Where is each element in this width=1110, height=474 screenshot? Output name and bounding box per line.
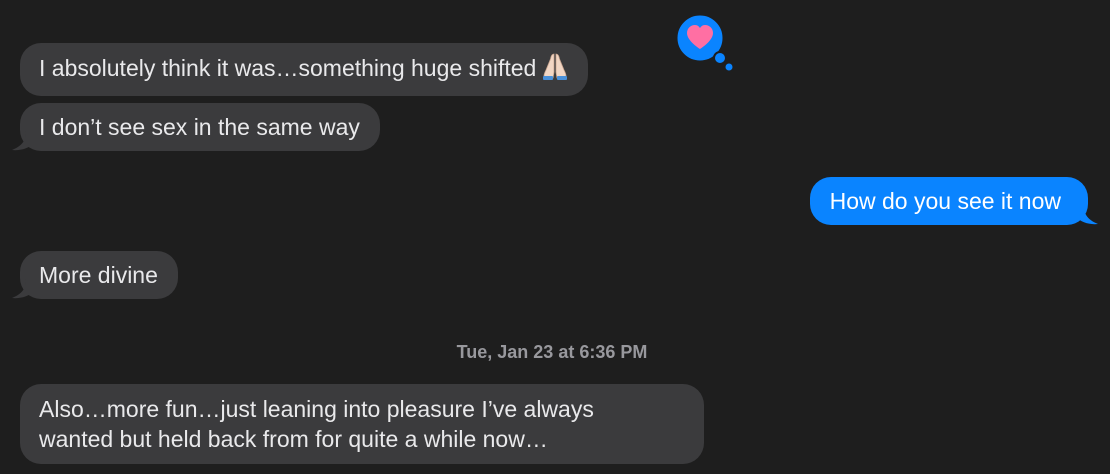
timestamp-day: Tue, Jan 23 at: [456, 342, 575, 362]
message-bubble-incoming[interactable]: Also…more fun…just leaning into pleasure…: [20, 384, 704, 464]
message-bubble-incoming[interactable]: I absolutely think it was…something huge…: [20, 43, 589, 96]
message-text: More divine: [39, 262, 158, 288]
timestamp: Tue, Jan 23 at 6:36 PM: [0, 340, 1104, 364]
bubble-tail: [12, 279, 34, 299]
message-text: How do you see it now: [829, 188, 1061, 214]
reaction-bubble[interactable]: [674, 12, 736, 72]
message-text: I absolutely think it was…something huge…: [39, 55, 537, 81]
folded-hands-icon: [542, 52, 568, 87]
message-text-line: Also…more fun…just leaning into pleasure…: [39, 396, 594, 422]
timestamp-time: 6:36 PM: [579, 342, 648, 362]
message-bubble-outgoing[interactable]: How do you see it now: [809, 177, 1098, 225]
message-bubble-incoming[interactable]: I don’t see sex in the same way: [12, 103, 380, 151]
message-text-line: wanted but held back from for quite a wh…: [39, 426, 548, 452]
message-text: I don’t see sex in the same way: [39, 114, 360, 140]
message-bubble-incoming[interactable]: More divine: [12, 251, 178, 299]
bubble-tail: [1076, 205, 1098, 225]
bubble-tail: [12, 131, 34, 151]
